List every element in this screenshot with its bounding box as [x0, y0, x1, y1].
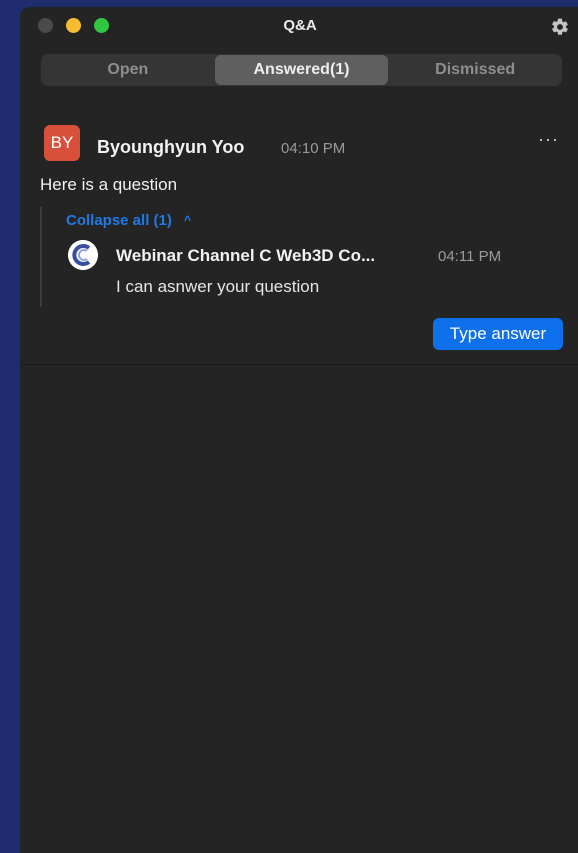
- type-answer-button[interactable]: Type answer: [433, 318, 563, 350]
- gear-icon[interactable]: [550, 17, 570, 37]
- more-options-button[interactable]: ···: [538, 129, 559, 150]
- qa-tab-bar: Open Answered(1) Dismissed: [41, 54, 562, 86]
- collapse-all-button[interactable]: Collapse all (1) ^: [66, 212, 191, 229]
- webinar-logo-icon: [68, 240, 98, 270]
- answer-thread: Collapse all (1) ^ Webinar Channel C Web…: [40, 207, 562, 307]
- qa-window: Q&A Open Answered(1) Dismissed BY Byoung…: [20, 7, 578, 853]
- answer-author: Webinar Channel C Web3D Co...: [116, 246, 376, 265]
- tab-dismissed[interactable]: Dismissed: [388, 54, 562, 86]
- answer-text: I can asnwer your question: [116, 277, 320, 296]
- window-title: Q&A: [283, 17, 317, 34]
- avatar: BY: [44, 125, 80, 161]
- chevron-up-icon: ^: [184, 213, 192, 227]
- tab-answered[interactable]: Answered(1): [214, 55, 389, 85]
- tab-open[interactable]: Open: [41, 54, 215, 86]
- collapse-all-label: Collapse all (1): [66, 212, 172, 229]
- divider: [20, 364, 578, 365]
- title-bar: Q&A: [20, 7, 578, 47]
- question-author: Byounghyun Yoo: [97, 137, 245, 157]
- answer-time: 04:11 PM: [438, 248, 502, 265]
- question-time: 04:10 PM: [281, 140, 346, 157]
- question-text: Here is a question: [40, 175, 178, 194]
